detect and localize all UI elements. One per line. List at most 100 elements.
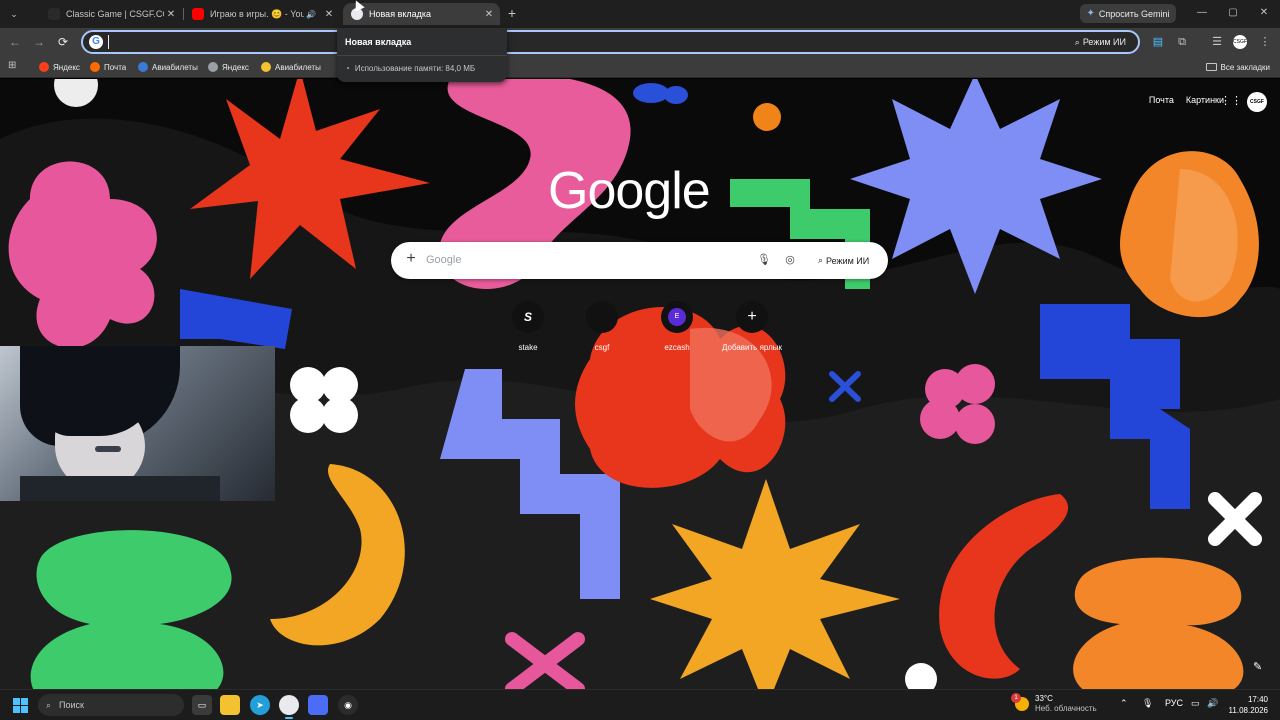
flights-icon bbox=[261, 62, 271, 72]
ntp-search-box[interactable]: + 🎙 ◎ ⌕ Режим ИИ bbox=[391, 242, 888, 279]
back-arrow-icon[interactable]: ← bbox=[6, 33, 24, 51]
google-g-icon: G bbox=[89, 35, 103, 49]
shortcut-csgf[interactable]: csgf bbox=[574, 301, 630, 352]
close-icon[interactable]: ✕ bbox=[322, 9, 336, 20]
search-icon: ⌕ bbox=[46, 699, 52, 710]
ntp-search-input[interactable] bbox=[426, 252, 746, 268]
google-apps-grid-icon[interactable]: ⋮⋮ bbox=[1220, 95, 1242, 107]
ai-search-icon: ⌕ bbox=[818, 255, 824, 265]
all-bookmarks-button[interactable]: Все закладки bbox=[1205, 59, 1270, 75]
google-lens-icon[interactable]: ◎ bbox=[783, 253, 797, 267]
address-input[interactable] bbox=[113, 34, 1013, 50]
network-icon[interactable]: ▭ bbox=[1191, 698, 1200, 709]
text-caret bbox=[108, 35, 109, 49]
side-panel-icon[interactable]: ▤ bbox=[1150, 34, 1166, 50]
tab-search-chevron-icon[interactable]: ⌄ bbox=[4, 4, 24, 24]
reload-icon[interactable]: ⟳ bbox=[54, 33, 72, 51]
bookmark-item[interactable]: Авиабилеты bbox=[261, 59, 321, 75]
tab-csgf[interactable]: Classic Game | CSGF.CC ✕ bbox=[40, 3, 182, 25]
extensions-puzzle-icon[interactable]: ⧉ bbox=[1174, 34, 1190, 50]
add-plus-icon[interactable]: + bbox=[403, 251, 419, 267]
memory-usage: ◔ Использование памяти: 84,0 МБ bbox=[345, 64, 475, 73]
tab-title: Играю в игры. 😊 - YouTube bbox=[210, 8, 304, 19]
images-link[interactable]: Картинки bbox=[1186, 95, 1224, 105]
forward-arrow-icon[interactable]: → bbox=[30, 33, 48, 51]
reading-list-icon[interactable]: ☰ bbox=[1209, 34, 1225, 50]
ask-gemini-button[interactable]: ✦ Спросить Gemini bbox=[1080, 4, 1176, 23]
bookmark-label: Авиабилеты bbox=[275, 62, 321, 72]
audio-playing-icon[interactable]: 🔊 bbox=[304, 10, 318, 19]
steam-icon[interactable]: ◉ bbox=[338, 695, 358, 715]
system-clock[interactable]: 17:40 11.08.2026 bbox=[1224, 694, 1268, 716]
notification-badge: 1 bbox=[1011, 693, 1021, 703]
microphone-icon[interactable]: 🎙 bbox=[757, 253, 771, 267]
app-icon[interactable] bbox=[308, 695, 328, 715]
bookmark-item[interactable]: Яндекс bbox=[208, 59, 249, 75]
shortcut-label: stake bbox=[518, 343, 538, 352]
file-explorer-icon[interactable] bbox=[220, 695, 240, 715]
address-bar[interactable]: G ⌕ Режим ИИ bbox=[81, 30, 1140, 54]
bookmark-item[interactable]: Яндекс bbox=[39, 59, 80, 75]
yandex-icon bbox=[39, 62, 49, 72]
gmail-link[interactable]: Почта bbox=[1149, 95, 1174, 105]
bookmark-label: Яндекс bbox=[53, 62, 80, 72]
language-indicator[interactable]: РУС bbox=[1165, 698, 1183, 708]
microphone-icon[interactable]: 🎙 bbox=[1142, 698, 1153, 709]
bookmark-item[interactable]: Авиабилеты bbox=[138, 59, 198, 75]
chrome-icon[interactable] bbox=[279, 695, 299, 719]
csgf-icon bbox=[586, 301, 618, 333]
ai-mode-label: Режим ИИ bbox=[1082, 37, 1126, 47]
close-icon[interactable]: ✕ bbox=[164, 9, 178, 20]
memory-usage-label: Использование памяти: 84,0 МБ bbox=[354, 64, 476, 73]
account-avatar[interactable]: CSGF bbox=[1247, 92, 1267, 112]
volume-icon[interactable]: 🔊 bbox=[1207, 698, 1218, 709]
stake-icon: S bbox=[512, 301, 544, 333]
screen: ⌄ Classic Game | CSGF.CC ✕ Играю в игры.… bbox=[0, 0, 1280, 720]
shortcut-stake[interactable]: S stake bbox=[500, 301, 556, 352]
minimize-icon[interactable]: — bbox=[1187, 4, 1217, 22]
maximize-icon[interactable]: ▢ bbox=[1218, 4, 1248, 22]
shortcut-ezcash[interactable]: E ezcash bbox=[649, 301, 705, 352]
folder-icon bbox=[1205, 63, 1217, 71]
video-frame-part bbox=[20, 476, 220, 501]
new-tab-plus-icon[interactable]: + bbox=[503, 4, 521, 22]
tab-title: Новая вкладка bbox=[369, 9, 432, 19]
profile-avatar-small[interactable]: CSGF bbox=[1233, 35, 1247, 49]
windows-start-icon[interactable] bbox=[13, 698, 28, 713]
tab-strip: ⌄ Classic Game | CSGF.CC ✕ Играю в игры.… bbox=[0, 0, 1280, 28]
window-close-icon[interactable]: ✕ bbox=[1249, 4, 1279, 22]
weather-sun-icon: 1 bbox=[1011, 693, 1029, 711]
kebab-menu-icon[interactable]: ⋮ bbox=[1257, 34, 1273, 50]
customize-pencil-icon[interactable]: ✎ bbox=[1253, 660, 1262, 673]
ntp-ai-mode-button[interactable]: ⌕ Режим ИИ bbox=[811, 251, 876, 270]
ntp-header-links: Почта Картинки bbox=[1149, 95, 1224, 105]
tray-chevron-up-icon[interactable]: ⌃ bbox=[1120, 698, 1128, 709]
add-plus-icon: + bbox=[736, 301, 768, 333]
bookmarks-bar: ⊞ Яндекс Почта Авиабилеты Яндекс Авиабил… bbox=[0, 56, 1280, 78]
omnibox-ai-mode-button[interactable]: ⌕ Режим ИИ bbox=[1069, 34, 1132, 50]
picture-in-picture-video[interactable] bbox=[0, 346, 275, 501]
tab-new-tab[interactable]: Новая вкладка ✕ bbox=[343, 3, 500, 25]
apps-grid-icon[interactable]: ⊞ bbox=[8, 60, 20, 72]
bookmark-item[interactable]: Почта bbox=[90, 59, 126, 75]
shortcut-label: Добавить ярлык bbox=[721, 343, 782, 352]
taskbar-search[interactable]: ⌕ Поиск bbox=[38, 694, 184, 716]
tab-hover-card: Новая вкладка ◔ Использование памяти: 84… bbox=[337, 28, 507, 82]
telegram-icon[interactable]: ➤ bbox=[250, 695, 270, 715]
ai-mode-label: Режим ИИ bbox=[826, 255, 870, 266]
new-tab-page: Почта Картинки ⋮⋮ CSGF Google + 🎙 ◎ ⌕ Ре… bbox=[0, 79, 1280, 689]
task-view-icon[interactable]: ▭ bbox=[192, 695, 212, 715]
windows-taskbar: ⌕ Поиск ▭ ➤ ◉ 1 33°C Неб. облачность ⌃ 🎙… bbox=[0, 689, 1280, 720]
weather-temp: 33°C bbox=[1035, 694, 1053, 703]
ezcash-icon: E bbox=[661, 301, 693, 333]
bookmark-label: Яндекс bbox=[222, 62, 249, 72]
tab-youtube[interactable]: Играю в игры. 😊 - YouTube 🔊 ✕ bbox=[184, 3, 340, 25]
close-icon[interactable]: ✕ bbox=[482, 9, 496, 20]
add-shortcut-button[interactable]: + Добавить ярлык bbox=[720, 301, 784, 352]
weather-widget[interactable]: 1 33°C Неб. облачность bbox=[1011, 693, 1097, 714]
mail-icon bbox=[90, 62, 100, 72]
divider bbox=[337, 55, 507, 56]
weather-desc: Неб. облачность bbox=[1035, 704, 1097, 713]
all-bookmarks-label: Все закладки bbox=[1220, 62, 1270, 72]
google-logo: Google bbox=[548, 162, 711, 220]
